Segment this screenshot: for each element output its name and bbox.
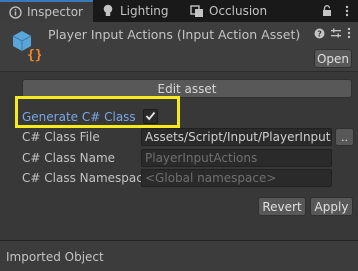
browse-button[interactable]: .. xyxy=(335,128,354,146)
tab-label: Lighting xyxy=(120,4,169,18)
help-icon[interactable]: ? xyxy=(314,28,325,39)
lightbulb-icon xyxy=(101,4,115,18)
asset-header: {} Player Input Actions (Input Action As… xyxy=(0,22,358,72)
presets-icon[interactable] xyxy=(330,27,342,39)
generate-class-label: Generate C# Class xyxy=(22,110,136,124)
revert-button[interactable]: Revert xyxy=(258,197,306,216)
svg-text:{}: {} xyxy=(27,48,41,63)
kebab-menu-icon[interactable] xyxy=(342,5,352,17)
asset-title: Player Input Actions (Input Action Asset… xyxy=(48,27,301,42)
class-file-field[interactable]: Assets/Script/Input/PlayerInputA xyxy=(141,128,332,146)
header-icons: ? xyxy=(309,27,351,39)
tab-occlusion[interactable]: Occlusion xyxy=(190,0,267,22)
tab-bar: Inspector Lighting Occlusion xyxy=(0,0,358,22)
occlusion-icon xyxy=(190,4,204,18)
svg-text:?: ? xyxy=(317,29,322,38)
class-name-field[interactable]: PlayerInputActions xyxy=(141,149,332,167)
input-action-asset-icon: {} xyxy=(9,29,43,63)
generate-class-checkbox[interactable] xyxy=(143,109,158,124)
class-namespace-label: C# Class Namespace xyxy=(22,171,151,185)
class-file-label: C# Class File xyxy=(22,130,100,144)
checkmark-icon xyxy=(145,110,156,124)
lock-icon[interactable] xyxy=(320,5,334,17)
imported-object-label: Imported Object xyxy=(6,250,104,264)
inspector-window: Inspector Lighting Occlusion {Player In… xyxy=(0,0,358,271)
apply-button[interactable]: Apply xyxy=(310,197,353,216)
tab-bar-controls xyxy=(320,0,358,22)
imported-object-footer: Imported Object xyxy=(0,241,358,271)
open-button[interactable]: Open xyxy=(314,49,352,68)
tab-inspector[interactable]: Inspector xyxy=(0,0,93,22)
class-namespace-field[interactable]: <Global namespace> xyxy=(141,169,332,187)
tab-label: Inspector xyxy=(27,5,83,19)
info-icon xyxy=(8,5,22,19)
class-name-label: C# Class Name xyxy=(22,151,116,165)
kebab-menu-icon[interactable] xyxy=(347,27,351,39)
tab-label: Occlusion xyxy=(209,4,268,18)
tab-lighting[interactable]: Lighting xyxy=(101,0,169,22)
